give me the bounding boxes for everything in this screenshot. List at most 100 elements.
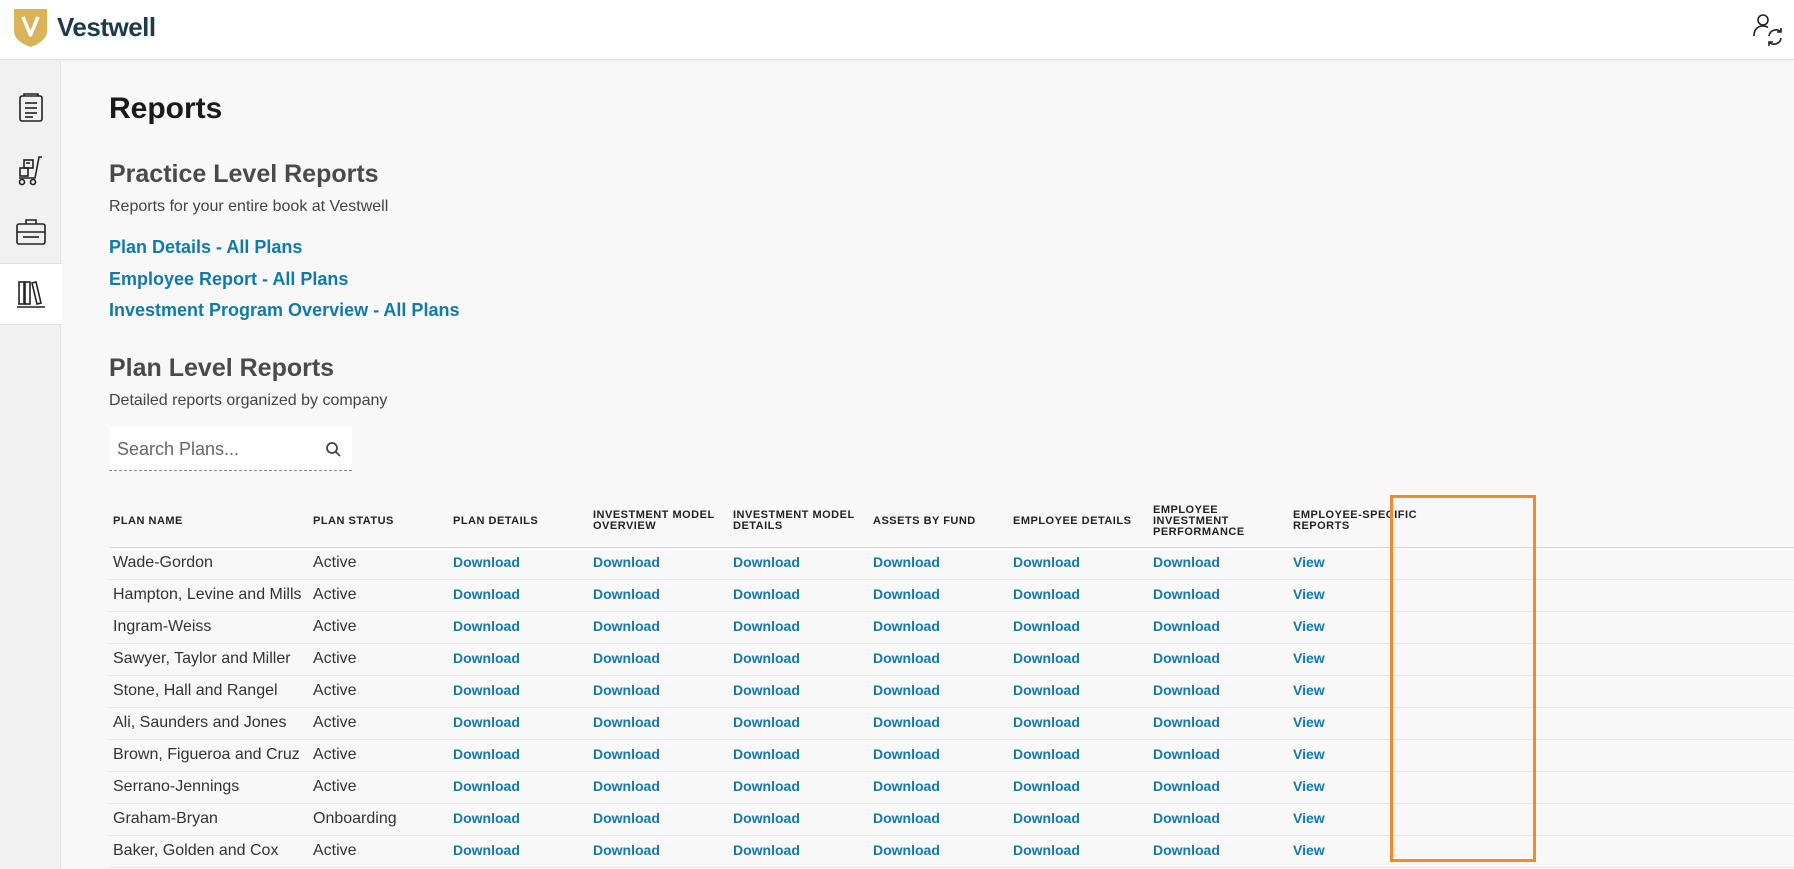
plan-details-download-link[interactable]: Download — [453, 746, 520, 762]
row-spacer — [1435, 803, 1794, 836]
employee-report-all-plans-link[interactable]: Employee Report - All Plans — [109, 269, 348, 290]
assets-by-fund-download-link[interactable]: Download — [873, 714, 940, 730]
plan-details-download-link[interactable]: Download — [453, 554, 520, 570]
sidebar-item-documents[interactable] — [0, 77, 61, 139]
header-plan-name[interactable]: PLAN NAME — [109, 496, 309, 548]
assets-by-fund-download-link[interactable]: Download — [873, 778, 940, 794]
plan-details-download-link[interactable]: Download — [453, 714, 520, 730]
search-input[interactable] — [109, 427, 319, 471]
employee-specific-view-link[interactable]: View — [1293, 842, 1325, 858]
investment-model-overview-download-link[interactable]: Download — [593, 746, 660, 762]
plan-status-cell: Active — [309, 579, 449, 612]
assets-by-fund-download-link[interactable]: Download — [873, 554, 940, 570]
employee-investment-performance-download-link[interactable]: Download — [1153, 554, 1220, 570]
investment-model-overview-download-link[interactable]: Download — [593, 618, 660, 634]
plan-details-download-link[interactable]: Download — [453, 618, 520, 634]
employee-details-download-link[interactable]: Download — [1013, 618, 1080, 634]
investment-model-details-download-link[interactable]: Download — [733, 746, 800, 762]
header-plan-status[interactable]: PLAN STATUS — [309, 496, 449, 548]
investment-model-details-download-link[interactable]: Download — [733, 650, 800, 666]
employee-specific-view-link[interactable]: View — [1293, 618, 1325, 634]
investment-model-details-download-link[interactable]: Download — [733, 842, 800, 858]
investment-model-details-download-link[interactable]: Download — [733, 682, 800, 698]
employee-investment-performance-download-link[interactable]: Download — [1153, 746, 1220, 762]
table-row: Ingram-Weiss Active Download Download Downlo… — [109, 611, 1794, 644]
employee-investment-performance-download-link[interactable]: Download — [1153, 586, 1220, 602]
investment-model-overview-download-link[interactable]: Download — [593, 810, 660, 826]
assets-by-fund-cell: Download — [869, 739, 1009, 772]
table-row: Brown, Figueroa and Cruz Active Download Do… — [109, 739, 1794, 772]
assets-by-fund-cell: Download — [869, 547, 1009, 580]
plan-details-all-plans-link[interactable]: Plan Details - All Plans — [109, 237, 302, 258]
plan-details-download-link[interactable]: Download — [453, 586, 520, 602]
investment-model-overview-download-link[interactable]: Download — [593, 586, 660, 602]
row-spacer — [1435, 643, 1794, 676]
employee-investment-performance-download-link[interactable]: Download — [1153, 714, 1220, 730]
employee-details-download-link[interactable]: Download — [1013, 586, 1080, 602]
employee-details-download-link[interactable]: Download — [1013, 810, 1080, 826]
employee-details-download-link[interactable]: Download — [1013, 842, 1080, 858]
investment-model-details-download-link[interactable]: Download — [733, 618, 800, 634]
employee-specific-view-link[interactable]: View — [1293, 586, 1325, 602]
plan-details-download-link[interactable]: Download — [453, 650, 520, 666]
employee-details-download-link[interactable]: Download — [1013, 746, 1080, 762]
investment-model-details-download-link[interactable]: Download — [733, 810, 800, 826]
employee-investment-performance-download-link[interactable]: Download — [1153, 842, 1220, 858]
shield-logo-icon — [14, 9, 47, 47]
employee-specific-view-link[interactable]: View — [1293, 778, 1325, 794]
plan-details-download-link[interactable]: Download — [453, 682, 520, 698]
vestwell-logo[interactable]: Vestwell — [12, 7, 156, 48]
employee-specific-view-link[interactable]: View — [1293, 746, 1325, 762]
assets-by-fund-download-link[interactable]: Download — [873, 810, 940, 826]
plan-status-cell: Active — [309, 835, 449, 868]
investment-model-details-download-link[interactable]: Download — [733, 714, 800, 730]
investment-model-details-download-link[interactable]: Download — [733, 586, 800, 602]
employee-investment-performance-download-link[interactable]: Download — [1153, 778, 1220, 794]
employee-specific-cell: View — [1289, 835, 1435, 868]
employee-details-download-link[interactable]: Download — [1013, 682, 1080, 698]
employee-details-download-link[interactable]: Download — [1013, 778, 1080, 794]
employee-specific-view-link[interactable]: View — [1293, 554, 1325, 570]
investment-program-overview-link[interactable]: Investment Program Overview - All Plans — [109, 300, 459, 321]
investment-model-details-download-link[interactable]: Download — [733, 778, 800, 794]
investment-model-details-cell: Download — [729, 771, 869, 804]
employee-specific-cell: View — [1289, 771, 1435, 804]
plan-details-download-link[interactable]: Download — [453, 810, 520, 826]
employee-specific-view-link[interactable]: View — [1293, 682, 1325, 698]
employee-specific-view-link[interactable]: View — [1293, 714, 1325, 730]
sidebar-item-dolly[interactable] — [0, 139, 61, 201]
employee-investment-performance-download-link[interactable]: Download — [1153, 618, 1220, 634]
assets-by-fund-download-link[interactable]: Download — [873, 618, 940, 634]
assets-by-fund-download-link[interactable]: Download — [873, 682, 940, 698]
assets-by-fund-download-link[interactable]: Download — [873, 586, 940, 602]
employee-details-download-link[interactable]: Download — [1013, 714, 1080, 730]
employee-specific-view-link[interactable]: View — [1293, 810, 1325, 826]
employee-details-download-link[interactable]: Download — [1013, 650, 1080, 666]
investment-model-overview-download-link[interactable]: Download — [593, 682, 660, 698]
employee-details-cell: Download — [1009, 643, 1149, 676]
plan-status-cell: Active — [309, 739, 449, 772]
sidebar-item-briefcase[interactable] — [0, 201, 61, 263]
investment-model-overview-download-link[interactable]: Download — [593, 714, 660, 730]
investment-model-overview-cell: Download — [589, 803, 729, 836]
employee-investment-performance-download-link[interactable]: Download — [1153, 650, 1220, 666]
plan-details-download-link[interactable]: Download — [453, 842, 520, 858]
investment-model-overview-download-link[interactable]: Download — [593, 650, 660, 666]
employee-specific-view-link[interactable]: View — [1293, 650, 1325, 666]
investment-model-details-download-link[interactable]: Download — [733, 554, 800, 570]
investment-model-overview-download-link[interactable]: Download — [593, 554, 660, 570]
assets-by-fund-download-link[interactable]: Download — [873, 842, 940, 858]
assets-by-fund-download-link[interactable]: Download — [873, 746, 940, 762]
investment-model-overview-download-link[interactable]: Download — [593, 842, 660, 858]
employee-investment-performance-download-link[interactable]: Download — [1153, 810, 1220, 826]
plan-level-description: Detailed reports organized by company — [109, 392, 388, 409]
sidebar-item-reports[interactable] — [0, 263, 62, 325]
assets-by-fund-download-link[interactable]: Download — [873, 650, 940, 666]
plan-details-download-link[interactable]: Download — [453, 778, 520, 794]
switch-user-icon[interactable] — [1752, 12, 1784, 46]
investment-model-overview-download-link[interactable]: Download — [593, 778, 660, 794]
employee-details-download-link[interactable]: Download — [1013, 554, 1080, 570]
employee-investment-performance-download-link[interactable]: Download — [1153, 682, 1220, 698]
header-plan-details: PLAN DETAILS — [449, 496, 589, 548]
search-icon[interactable] — [325, 441, 342, 458]
